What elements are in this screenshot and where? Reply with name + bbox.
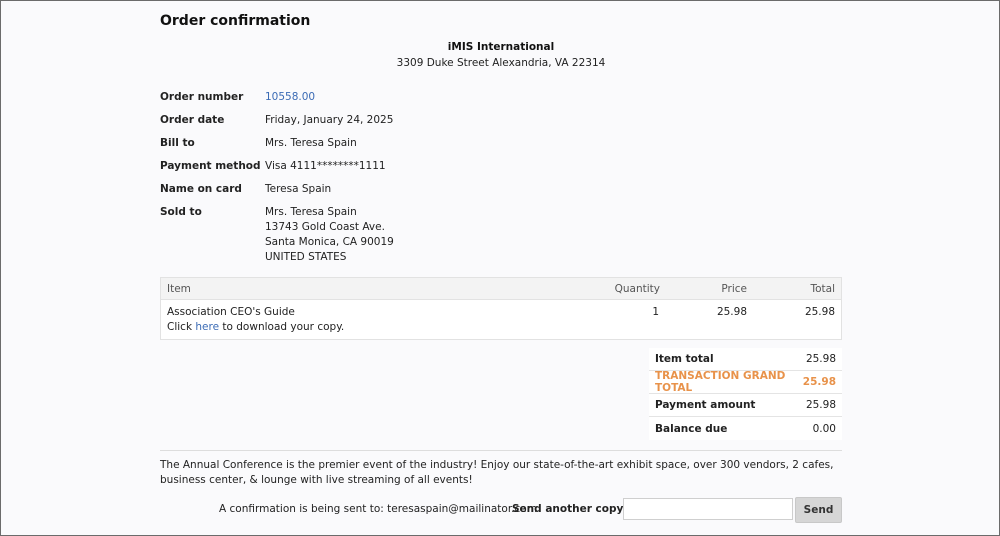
name-on-card-value: Teresa Spain	[265, 183, 332, 195]
items-table-header: Item Quantity Price Total	[161, 278, 841, 300]
confirmation-sent-text: A confirmation is being sent to: teresas…	[219, 503, 537, 515]
bill-to-value: Mrs. Teresa Spain	[265, 137, 357, 149]
send-button[interactable]: Send	[795, 497, 842, 523]
item-quantity: 1	[652, 306, 659, 318]
payment-amount-label: Payment amount	[655, 399, 756, 411]
items-table: Item Quantity Price Total Association CE…	[160, 277, 842, 340]
order-number-label: Order number	[160, 91, 244, 103]
payment-amount-row: Payment amount 25.98	[649, 394, 842, 417]
payment-amount-value: 25.98	[805, 399, 836, 411]
page-title: Order confirmation	[160, 13, 311, 29]
header-quantity: Quantity	[614, 283, 660, 295]
sold-to-line: 13743 Gold Coast Ave.	[265, 221, 385, 233]
order-number-link[interactable]: 10558.00	[265, 90, 315, 105]
download-note: Click here to download your copy.	[167, 321, 344, 333]
item-total-label: Item total	[655, 353, 714, 365]
balance-due-value: 0.00	[812, 422, 836, 435]
sold-to-row: Sold to Mrs. Teresa Spain 13743 Gold Coa…	[160, 205, 394, 265]
organization-name: iMIS International	[447, 41, 555, 53]
download-link[interactable]: here	[195, 321, 219, 333]
totals-summary: Item total 25.98 TRANSACTION GRAND TOTAL…	[649, 348, 842, 440]
order-date-label: Order date	[160, 114, 225, 126]
download-note-suffix: to download your copy.	[222, 321, 345, 333]
order-details: Order number 10558.00 Order date Friday,…	[160, 90, 394, 265]
balance-due-row: Balance due 0.00	[649, 417, 842, 440]
order-date-row: Order date Friday, January 24, 2025	[160, 113, 394, 128]
item-name: Association CEO's Guide	[167, 306, 295, 318]
sold-to-line: UNITED STATES	[265, 251, 347, 263]
sold-to-line: Santa Monica, CA 90019	[265, 236, 394, 248]
order-date-value: Friday, January 24, 2025	[265, 114, 394, 126]
payment-method-label: Payment method	[160, 160, 261, 172]
bill-to-row: Bill to Mrs. Teresa Spain	[160, 136, 394, 151]
balance-due-label: Balance due	[655, 422, 728, 435]
grand-total-row: TRANSACTION GRAND TOTAL 25.98	[649, 370, 842, 394]
promo-text: The Annual Conference is the premier eve…	[160, 459, 834, 486]
payment-method-value: Visa 4111********1111	[265, 160, 386, 172]
grand-total-value: 25.98	[802, 376, 836, 388]
section-divider	[160, 450, 842, 451]
email-field[interactable]	[623, 498, 793, 520]
download-note-prefix: Click	[167, 321, 193, 333]
order-number-row: Order number 10558.00	[160, 90, 394, 105]
grand-total-label: TRANSACTION GRAND TOTAL	[655, 370, 786, 394]
header-price: Price	[721, 283, 747, 295]
page-frame: Order confirmation iMIS International 33…	[0, 0, 1000, 536]
item-total: 25.98	[804, 306, 835, 318]
sold-to-label: Sold to	[160, 206, 202, 218]
organization-address: 3309 Duke Street Alexandria, VA 22314	[396, 57, 606, 69]
name-on-card-row: Name on card Teresa Spain	[160, 182, 394, 197]
sold-to-address: Mrs. Teresa Spain 13743 Gold Coast Ave. …	[265, 205, 394, 265]
header-item: Item	[167, 283, 191, 295]
header-total: Total	[810, 283, 835, 295]
item-price: 25.98	[716, 306, 747, 318]
item-total-value: 25.98	[805, 353, 836, 365]
item-total-row: Item total 25.98	[649, 348, 842, 371]
sold-to-line: Mrs. Teresa Spain	[265, 206, 357, 218]
name-on-card-label: Name on card	[160, 183, 242, 195]
table-row: Association CEO's Guide 1 25.98 25.98 Cl…	[161, 300, 841, 339]
bill-to-label: Bill to	[160, 137, 195, 149]
payment-method-row: Payment method Visa 4111********1111	[160, 159, 394, 174]
send-copy-label: Send another copy to	[512, 503, 640, 515]
organization-header: iMIS International 3309 Duke Street Alex…	[1, 41, 1000, 69]
